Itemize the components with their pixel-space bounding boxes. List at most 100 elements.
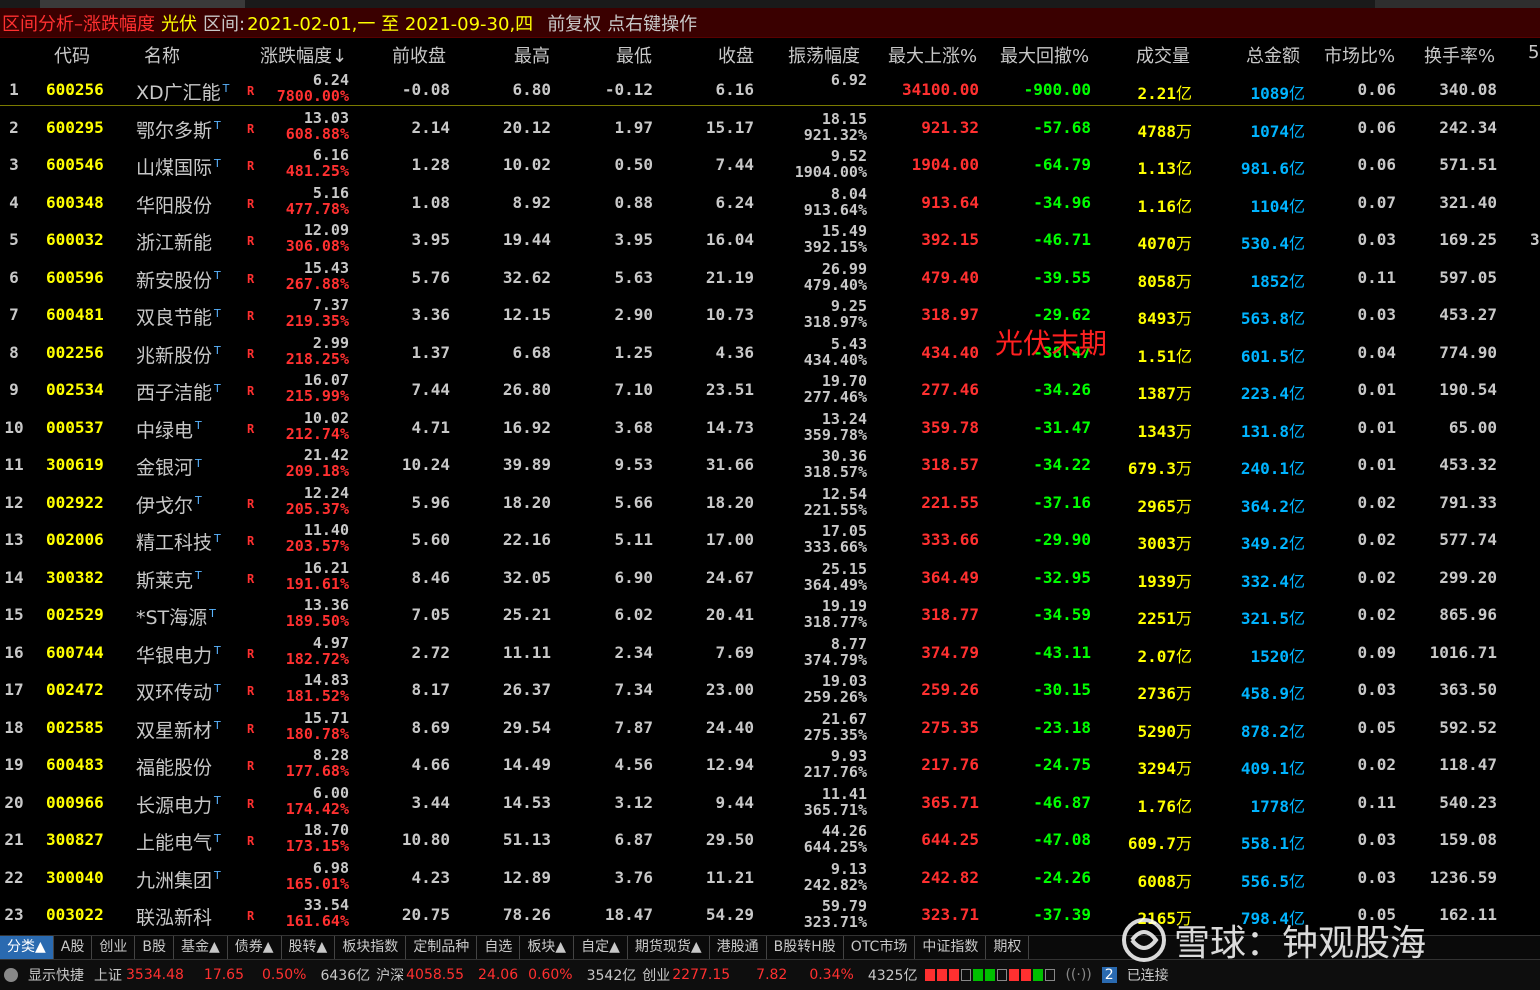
stock-name[interactable]: 联泓新科 (136, 903, 214, 930)
stock-name[interactable]: 新安股份 T (136, 266, 221, 293)
stock-code[interactable]: 600596 (46, 268, 104, 287)
stock-code[interactable]: 600483 (46, 755, 104, 774)
top-tab[interactable] (40, 0, 245, 8)
col-turnover[interactable]: 换手率% (1424, 42, 1495, 68)
col-market-share[interactable]: 市场比% (1324, 42, 1395, 68)
stock-code[interactable]: 002256 (46, 343, 104, 362)
tab-item[interactable]: 债券▲ (228, 935, 282, 960)
stock-name[interactable]: 鄂尔多斯 T (136, 116, 221, 143)
stock-name[interactable]: 西子洁能 T (136, 378, 221, 405)
tab-item[interactable]: OTC市场 (844, 935, 916, 960)
connection-status[interactable]: 已连接 (1127, 965, 1169, 985)
stock-code[interactable]: 300619 (46, 455, 104, 474)
stock-code[interactable]: 002472 (46, 680, 104, 699)
stock-code[interactable]: 000537 (46, 418, 104, 437)
table-row[interactable]: 13 002006 精工科技 T R 11.40 203.57% 5.60 22.16 5.11 1… (0, 520, 1540, 558)
tab-item[interactable]: 期货现货▲ (628, 935, 710, 960)
stock-name[interactable]: 双良节能 T (136, 303, 221, 330)
stock-name[interactable]: 精工科技 T (136, 528, 221, 555)
stock-code[interactable]: 600546 (46, 155, 104, 174)
stock-name[interactable]: 双环传动 T (136, 678, 221, 705)
col-change[interactable]: 涨跌幅度↓ (260, 42, 347, 68)
table-row[interactable]: 21 300827 上能电气 T R 18.70 173.15% 10.80 51.13 6.87… (0, 820, 1540, 858)
table-row[interactable]: 4 600348 华阳股份 R 5.16 477.78% 1.08 8.92 0.88 6.24 8… (0, 183, 1540, 221)
tab-item[interactable]: B股转H股 (767, 935, 844, 960)
tab-item[interactable]: 自选 (477, 935, 521, 960)
table-row[interactable]: 23 003022 联泓新科 R 33.54 161.64% 20.75 78.26 18.47… (0, 895, 1540, 933)
table-row[interactable]: 9 002534 西子洁能 T R 16.07 215.99% 7.44 26.80 7.10 23… (0, 370, 1540, 408)
stock-name[interactable]: 华阳股份 (136, 191, 214, 218)
stock-code[interactable]: 300827 (46, 830, 104, 849)
stock-name[interactable]: *ST海源 T (136, 603, 216, 630)
col-low[interactable]: 最低 (616, 42, 652, 68)
tab-item[interactable]: 港股通 (710, 935, 767, 960)
table-row[interactable]: 19 600483 福能股份 R 8.28 177.68% 4.66 14.49 4.56 12.… (0, 745, 1540, 783)
tab-item[interactable]: 分类▲ (0, 935, 54, 960)
table-row[interactable]: 12 002922 伊戈尔 T R 12.24 205.37% 5.96 18.20 5.66 18… (0, 483, 1540, 521)
col-prev-close[interactable]: 前收盘 (392, 42, 446, 68)
stock-code[interactable]: 600256 (46, 80, 104, 99)
table-row[interactable]: 11 300619 金银河 T 21.42 209.18% 10.24 39.89 9.53 31… (0, 445, 1540, 483)
col-code[interactable]: 代码 (54, 42, 90, 68)
stock-name[interactable]: 金银河 T (136, 453, 202, 480)
tab-item[interactable]: 板块指数 (335, 935, 407, 960)
table-row[interactable]: 22 300040 九洲集团 T 6.98 165.01% 4.23 12.89 3.76 11.… (0, 858, 1540, 896)
stock-name[interactable]: 伊戈尔 T (136, 491, 202, 518)
tab-item[interactable]: 创业 (92, 935, 136, 960)
tab-item[interactable]: 股转▲ (282, 935, 336, 960)
table-row[interactable]: 18 002585 双星新材 T R 15.71 180.78% 8.69 29.54 7.87 2… (0, 708, 1540, 746)
stock-name[interactable]: 福能股份 (136, 753, 214, 780)
col-max-drawdown[interactable]: 最大回撤% (1000, 42, 1089, 68)
table-row[interactable]: 17 002472 双环传动 T R 14.83 181.52% 8.17 26.37 7.34 2… (0, 670, 1540, 708)
stock-code[interactable]: 600744 (46, 643, 104, 662)
table-row[interactable]: 20 000966 长源电力 T R 6.00 174.42% 3.44 14.53 3.12 9.… (0, 783, 1540, 821)
table-row[interactable]: 3 600546 山煤国际 T R 6.16 481.25% 1.28 10.02 0.50 7.4… (0, 145, 1540, 183)
stock-name[interactable]: 兆新股份 T (136, 341, 221, 368)
stock-code[interactable]: 002006 (46, 530, 104, 549)
stock-code[interactable]: 600348 (46, 193, 104, 212)
stock-name[interactable]: 斯莱克 T (136, 566, 202, 593)
tab-item[interactable]: B股 (135, 935, 174, 960)
col-high[interactable]: 最高 (514, 42, 550, 68)
table-row[interactable]: 16 600744 华银电力 T R 4.97 182.72% 2.72 11.11 2.34 7.… (0, 633, 1540, 671)
col-extra[interactable]: 5 (1528, 42, 1539, 63)
tab-item[interactable]: 自定▲ (574, 935, 628, 960)
table-row[interactable]: 2 600295 鄂尔多斯 T R 13.03 608.88% 2.14 20.12 1.97 15… (0, 108, 1540, 146)
stock-code[interactable]: 300382 (46, 568, 104, 587)
col-volume[interactable]: 成交量 (1136, 42, 1190, 68)
stock-name[interactable]: 华银电力 T (136, 641, 221, 668)
stock-name[interactable]: XD广汇能 T (136, 78, 229, 105)
table-row[interactable]: 14 300382 斯莱克 T R 16.21 191.61% 8.46 32.05 6.90 24… (0, 558, 1540, 596)
table-row[interactable]: 5 600032 浙江新能 R 12.09 306.08% 3.95 19.44 3.95 16.… (0, 220, 1540, 258)
stock-code[interactable]: 002534 (46, 380, 104, 399)
stock-code[interactable]: 000966 (46, 793, 104, 812)
tab-item[interactable]: 定制品种 (406, 935, 478, 960)
stock-name[interactable]: 中绿电 T (136, 416, 202, 443)
stock-code[interactable]: 600295 (46, 118, 104, 137)
stock-code[interactable]: 003022 (46, 905, 104, 924)
col-max-rise[interactable]: 最大上涨% (888, 42, 977, 68)
tab-item[interactable]: 中证指数 (915, 935, 987, 960)
col-amplitude[interactable]: 振荡幅度 (788, 42, 860, 68)
table-row[interactable]: 15 002529 *ST海源 T 13.36 189.50% 7.05 25.21 6.02 2… (0, 595, 1540, 633)
table-row[interactable]: 1 600256 XD广汇能 T R 6.24 7800.00% -0.08 6.80 -0.12… (0, 70, 1540, 108)
table-row[interactable]: 7 600481 双良节能 T R 7.37 219.35% 3.36 12.15 2.90 10.… (0, 295, 1540, 333)
stock-code[interactable]: 002585 (46, 718, 104, 737)
adjust-mode[interactable]: 前复权 (547, 10, 601, 36)
stock-code[interactable]: 600481 (46, 305, 104, 324)
stock-name[interactable]: 长源电力 T (136, 791, 221, 818)
tab-item[interactable]: 板块▲ (520, 935, 575, 960)
table-row[interactable]: 10 000537 中绿电 T R 10.02 212.74% 4.71 16.92 3.68 14… (0, 408, 1540, 446)
stock-code[interactable]: 002922 (46, 493, 104, 512)
stock-name[interactable]: 上能电气 T (136, 828, 221, 855)
col-close[interactable]: 收盘 (718, 42, 754, 68)
stock-name[interactable]: 山煤国际 T (136, 153, 221, 180)
col-name[interactable]: 名称 (144, 42, 180, 68)
stock-code[interactable]: 300040 (46, 868, 104, 887)
shortcut-label[interactable]: 显示快捷 (28, 965, 84, 985)
stock-name[interactable]: 浙江新能 (136, 228, 214, 255)
tab-item[interactable]: A股 (54, 935, 93, 960)
col-amount[interactable]: 总金额 (1246, 42, 1300, 68)
tab-item[interactable]: 期权 (986, 935, 1030, 960)
stock-code[interactable]: 600032 (46, 230, 104, 249)
